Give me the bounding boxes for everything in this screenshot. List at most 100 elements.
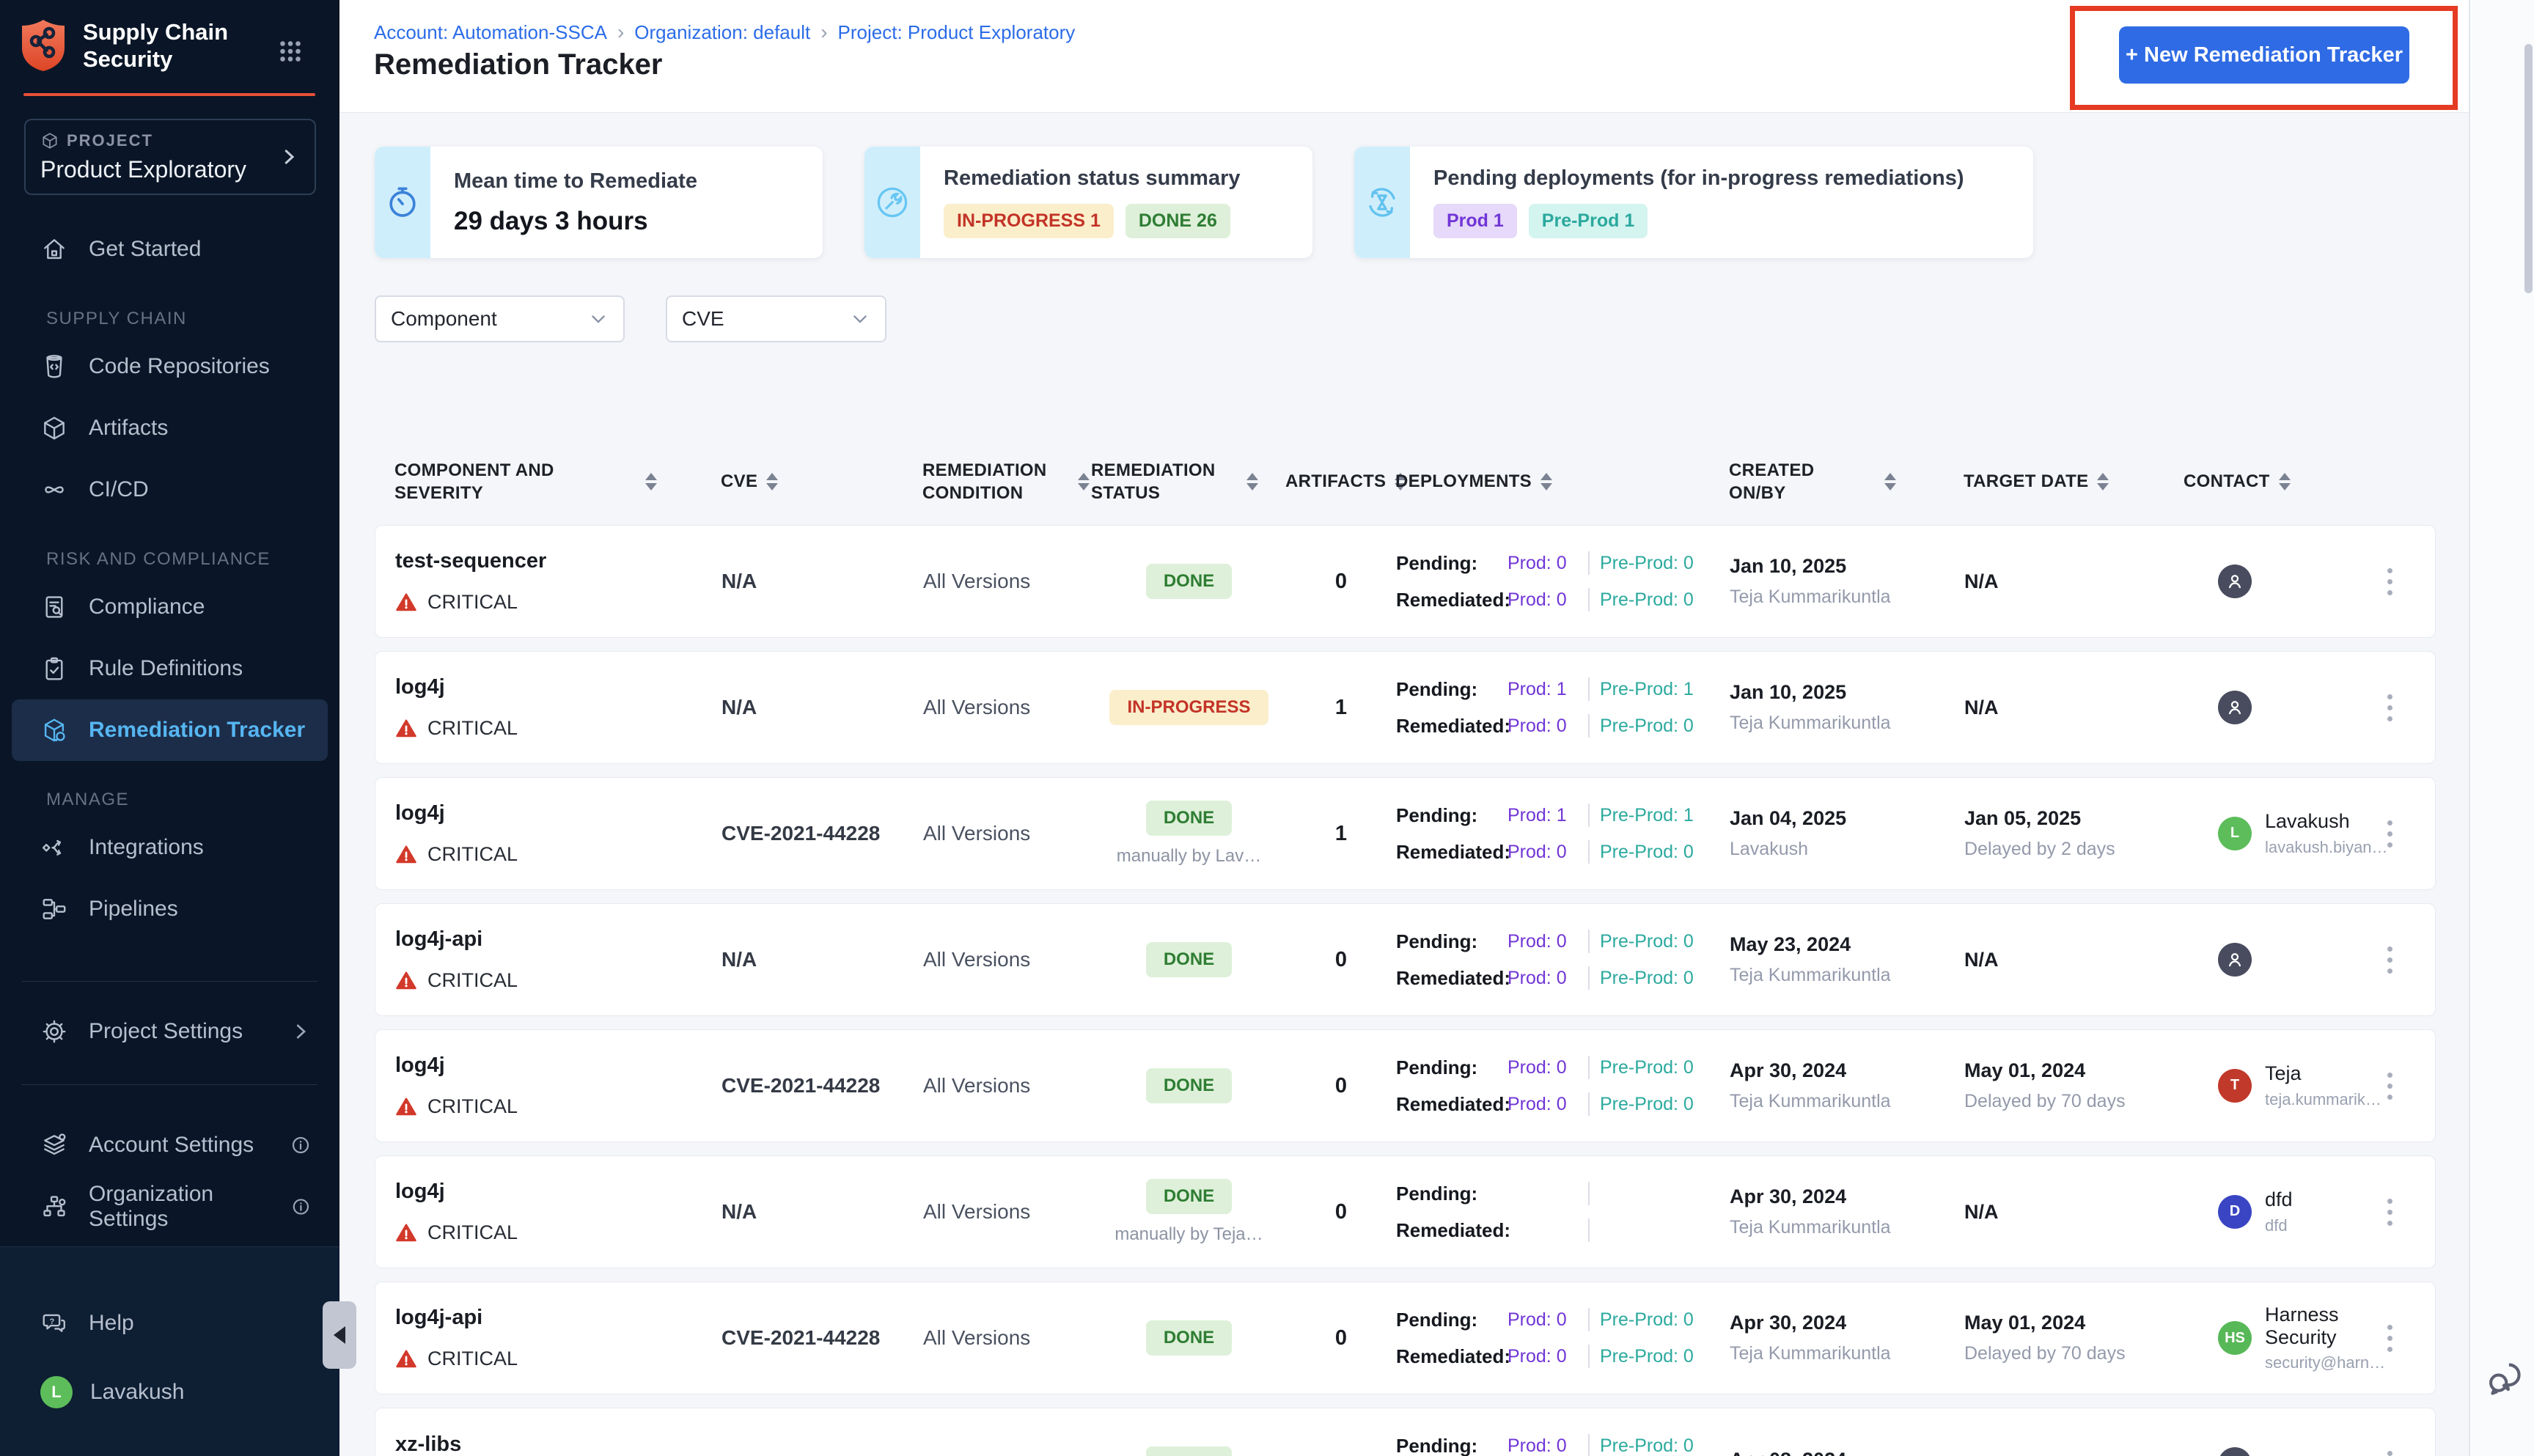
row-menu-button[interactable] [2368, 820, 2412, 848]
contact-cell [2184, 691, 2368, 724]
sidebar-item-account-settings[interactable]: Account Settings [0, 1114, 339, 1176]
sidebar-item-integrations[interactable]: Integrations [0, 817, 339, 878]
pending-preprod-value[interactable]: Pre-Prod: 1 [1600, 805, 1694, 826]
row-menu-button[interactable] [2368, 567, 2412, 595]
remediated-prod-value[interactable]: Prod: 0 [1507, 716, 1578, 737]
contact-cell: T Teja teja.kummarik… [2184, 1062, 2381, 1108]
remediated-prod-value[interactable]: Prod: 0 [1507, 968, 1578, 989]
sort-icon[interactable] [645, 473, 657, 490]
sidebar-item-compliance[interactable]: Compliance [0, 576, 339, 638]
in-progress-badge: IN-PROGRESS 1 [944, 204, 1114, 238]
breadcrumb-account-link[interactable]: Account: Automation-SSCA [374, 21, 607, 44]
remediated-preprod-value[interactable]: Pre-Prod: 0 [1600, 589, 1694, 611]
remediated-prod-value[interactable]: Prod: 0 [1507, 842, 1578, 863]
remediated-prod-value[interactable]: Prod: 0 [1507, 589, 1578, 611]
table-row[interactable]: log4j-api CRITICAL N/A All Versions DONE… [375, 903, 2436, 1016]
pending-prod-value[interactable]: Prod: 0 [1507, 931, 1578, 952]
sidebar-item-get-started[interactable]: Get Started [0, 218, 339, 280]
breadcrumb-org-link[interactable]: Organization: default [634, 21, 810, 44]
contact-subtext: dfd [2265, 1216, 2288, 1235]
pending-prod-value[interactable]: Prod: 0 [1507, 1435, 1578, 1456]
remediated-preprod-value[interactable]: Pre-Prod: 0 [1600, 1346, 1694, 1367]
remediation-status-cell: DONE [1092, 564, 1286, 599]
row-menu-button[interactable] [2368, 1324, 2412, 1352]
remediated-preprod-value[interactable]: Pre-Prod: 0 [1600, 1094, 1694, 1115]
sort-icon[interactable] [2278, 473, 2291, 490]
module-grid-icon[interactable] [277, 38, 304, 65]
pending-preprod-value[interactable]: Pre-Prod: 0 [1600, 1057, 1694, 1078]
sidebar-item-ci-cd[interactable]: CI/CD [0, 459, 339, 521]
table-row[interactable]: log4j CRITICAL CVE-2021-44228 All Versio… [375, 1029, 2436, 1142]
column-header-contact[interactable]: CONTACT [2184, 470, 2367, 493]
sidebar-item-project-settings[interactable]: Project Settings [0, 1001, 339, 1062]
pending-preprod-value[interactable]: Pre-Prod: 1 [1600, 679, 1694, 700]
sidebar-item-code-repositories[interactable]: Code Repositories [0, 336, 339, 397]
contact-avatar: HS [2218, 1321, 2252, 1355]
sort-icon[interactable] [1884, 473, 1896, 490]
table-row[interactable]: log4j CRITICAL N/A All Versions DONE man… [375, 1155, 2436, 1268]
sort-icon[interactable] [1540, 473, 1552, 490]
status-badge: DONE [1145, 564, 1233, 599]
pending-preprod-value[interactable]: Pre-Prod: 0 [1600, 553, 1694, 574]
table-row[interactable]: log4j-api CRITICAL CVE-2021-44228 All Ve… [375, 1282, 2436, 1394]
sort-icon[interactable] [2097, 473, 2109, 490]
column-header-component-and-severity[interactable]: COMPONENT AND SEVERITY [394, 459, 721, 504]
pending-preprod-value[interactable]: Pre-Prod: 0 [1600, 1309, 1694, 1331]
breadcrumb-project-link[interactable]: Project: Product Exploratory [838, 21, 1076, 44]
pending-prod-value[interactable]: Prod: 1 [1507, 679, 1578, 700]
scrollbar[interactable] [2524, 44, 2533, 293]
component-filter-dropdown[interactable]: Component [375, 295, 625, 342]
column-header-cve[interactable]: CVE [721, 470, 922, 493]
sidebar-item-organization-settings[interactable]: Organization Settings [0, 1176, 339, 1238]
pipelines-icon [40, 895, 68, 923]
row-menu-button[interactable] [2368, 694, 2412, 721]
column-header-deployments[interactable]: DEPLOYMENTS [1395, 470, 1729, 493]
sort-icon[interactable] [1078, 473, 1090, 490]
user-menu[interactable]: L Lavakush [0, 1361, 339, 1423]
table-row[interactable]: xz-libs DONE Pending: Prod: 0 Pre-Prod [375, 1408, 2436, 1456]
remediated-preprod-value[interactable]: Pre-Prod: 0 [1600, 716, 1694, 737]
pending-prod-value[interactable]: Prod: 0 [1507, 1057, 1578, 1078]
sidebar-collapse-handle[interactable] [323, 1301, 356, 1369]
pending-preprod-value[interactable]: Pre-Prod: 0 [1600, 931, 1694, 952]
cube-icon [40, 414, 68, 442]
contact-avatar [2218, 565, 2252, 598]
remediated-preprod-value[interactable]: Pre-Prod: 0 [1600, 842, 1694, 863]
pending-prod-value[interactable]: Prod: 0 [1507, 553, 1578, 574]
target-delay: Delayed by 70 days [1964, 1343, 2126, 1364]
sort-icon[interactable] [1246, 473, 1258, 490]
sidebar-item-artifacts[interactable]: Artifacts [0, 397, 339, 459]
table-row[interactable]: log4j CRITICAL N/A All Versions IN-PROGR… [375, 651, 2436, 764]
sidebar-item-help[interactable]: ? Help [0, 1293, 339, 1354]
remediated-prod-value[interactable]: Prod: 0 [1507, 1346, 1578, 1367]
remediated-prod-value[interactable]: Prod: 0 [1507, 1094, 1578, 1115]
sidebar-item-rule-definitions[interactable]: Rule Definitions [0, 638, 339, 699]
column-header-artifacts[interactable]: ARTIFACTS [1285, 470, 1407, 493]
row-menu-button[interactable] [2368, 1198, 2412, 1226]
sort-icon[interactable] [766, 473, 779, 490]
row-menu-button[interactable] [2368, 1072, 2412, 1100]
pending-preprod-value[interactable]: Pre-Prod: 0 [1600, 1435, 1694, 1456]
cve-filter-dropdown[interactable]: CVE [666, 295, 886, 342]
done-badge: DONE 26 [1125, 204, 1230, 238]
status-badge: IN-PROGRESS [1109, 690, 1268, 725]
project-selector[interactable]: PROJECT Product Exploratory [24, 119, 316, 195]
sidebar-item-remediation-tracker[interactable]: Remediation Tracker [12, 699, 328, 761]
remediation-status-cell: DONE [1092, 1320, 1286, 1356]
target-date-cell: N/A [1964, 949, 2184, 971]
chat-bubbles-icon[interactable] [2483, 1356, 2529, 1402]
column-header-remediation-status[interactable]: REMEDIATION STATUS [1091, 459, 1285, 504]
column-header-created-on-by[interactable]: CREATED ON/BY [1729, 459, 1964, 504]
table-row[interactable]: log4j CRITICAL CVE-2021-44228 All Versio… [375, 777, 2436, 890]
column-header-target-date[interactable]: TARGET DATE [1964, 470, 2184, 493]
filter-label: CVE [682, 307, 724, 330]
remediated-preprod-value[interactable]: Pre-Prod: 0 [1600, 968, 1694, 989]
sidebar-item-pipelines[interactable]: Pipelines [0, 878, 339, 940]
row-menu-button[interactable] [2368, 1450, 2412, 1456]
pending-prod-value[interactable]: Prod: 0 [1507, 1309, 1578, 1331]
contact-avatar [2218, 1447, 2252, 1456]
column-header-remediation-condition[interactable]: REMEDIATION CONDITION [922, 459, 1091, 504]
row-menu-button[interactable] [2368, 946, 2412, 974]
pending-prod-value[interactable]: Prod: 1 [1507, 805, 1578, 826]
table-row[interactable]: test-sequencer CRITICAL N/A All Versions… [375, 525, 2436, 638]
